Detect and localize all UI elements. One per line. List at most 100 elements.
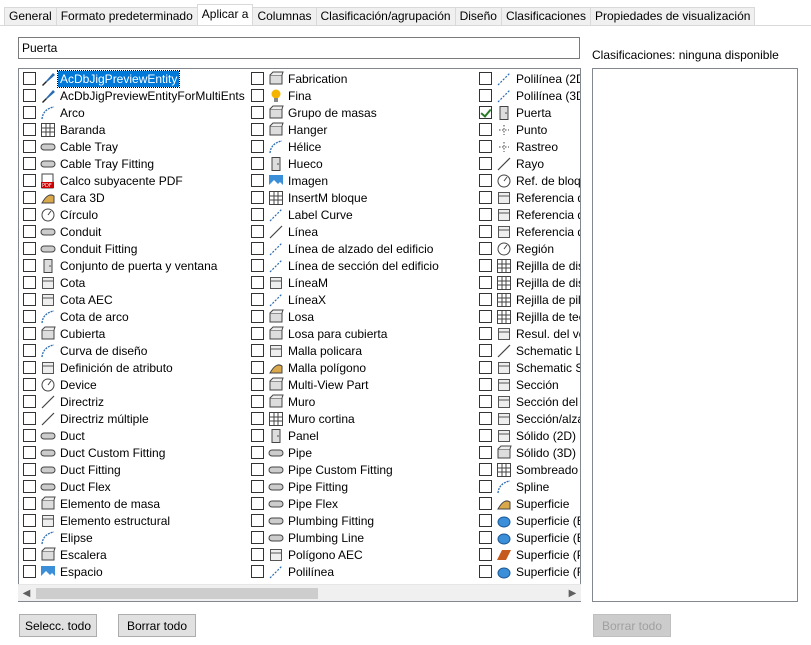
list-item[interactable]: Malla policara (251, 342, 441, 359)
item-checkbox[interactable] (479, 259, 492, 272)
item-checkbox[interactable] (23, 446, 36, 459)
list-item[interactable]: LíneaX (251, 291, 441, 308)
list-item[interactable]: Duct (23, 427, 247, 444)
list-item[interactable]: Hanger (251, 121, 441, 138)
list-item[interactable]: Cable Tray (23, 138, 247, 155)
list-item[interactable]: Cara 3D (23, 189, 247, 206)
list-item[interactable]: Referencia d (479, 189, 580, 206)
item-checkbox[interactable] (23, 378, 36, 391)
tab-propiedades-de-visualización[interactable]: Propiedades de visualización (589, 7, 756, 25)
select-all-button[interactable]: Selecc. todo (19, 614, 97, 637)
list-item[interactable]: Espacio (23, 563, 247, 580)
list-item[interactable]: Conduit Fitting (23, 240, 247, 257)
item-checkbox[interactable] (251, 463, 264, 476)
list-item[interactable]: Spline (479, 478, 580, 495)
list-item[interactable]: Sección (479, 376, 580, 393)
list-item[interactable]: Plumbing Line (251, 529, 441, 546)
item-checkbox[interactable] (23, 480, 36, 493)
list-item[interactable]: Cubierta (23, 325, 247, 342)
item-checkbox[interactable] (251, 174, 264, 187)
list-item[interactable]: Hélice (251, 138, 441, 155)
list-item[interactable]: Duct Flex (23, 478, 247, 495)
list-item[interactable]: Superficie (P (479, 546, 580, 563)
list-item[interactable]: Rejilla de pila (479, 291, 580, 308)
item-checkbox[interactable] (23, 344, 36, 357)
list-item[interactable]: Círculo (23, 206, 247, 223)
scroll-left-icon[interactable]: ◀ (18, 585, 35, 602)
item-checkbox[interactable] (479, 157, 492, 170)
list-item[interactable]: Imagen (251, 172, 441, 189)
list-item[interactable]: Referencia d (479, 223, 580, 240)
list-item[interactable]: Multi-View Part (251, 376, 441, 393)
clear-all-button[interactable]: Borrar todo (118, 614, 196, 637)
list-item[interactable]: Superficie (479, 495, 580, 512)
item-checkbox[interactable] (23, 106, 36, 119)
item-checkbox[interactable] (23, 395, 36, 408)
list-item[interactable]: AcDbJigPreviewEntityForMultiEnts (23, 87, 247, 104)
item-checkbox[interactable] (479, 429, 492, 442)
list-item[interactable]: Pipe Flex (251, 495, 441, 512)
list-item[interactable]: Malla polígono (251, 359, 441, 376)
tab-formato-predeterminado[interactable]: Formato predeterminado (55, 7, 198, 25)
list-item[interactable]: Superficie (E (479, 529, 580, 546)
item-checkbox[interactable] (479, 276, 492, 289)
item-checkbox[interactable] (479, 327, 492, 340)
list-item[interactable]: Muro (251, 393, 441, 410)
item-checkbox[interactable] (23, 174, 36, 187)
item-checkbox[interactable] (251, 378, 264, 391)
item-checkbox[interactable] (251, 310, 264, 323)
item-checkbox[interactable] (251, 293, 264, 306)
list-item[interactable]: Directriz múltiple (23, 410, 247, 427)
item-checkbox[interactable] (251, 106, 264, 119)
item-checkbox[interactable] (479, 344, 492, 357)
list-item[interactable]: Resul. del vo (479, 325, 580, 342)
item-checkbox[interactable] (251, 514, 264, 527)
item-checkbox[interactable] (479, 531, 492, 544)
item-checkbox[interactable] (479, 548, 492, 561)
list-item[interactable]: Referencia d (479, 206, 580, 223)
item-checkbox[interactable] (251, 344, 264, 357)
item-checkbox[interactable] (251, 157, 264, 170)
list-item[interactable]: Polilínea (3D (479, 87, 580, 104)
item-checkbox[interactable] (251, 225, 264, 238)
item-checkbox[interactable] (251, 72, 264, 85)
list-item[interactable]: Elemento de masa (23, 495, 247, 512)
tab-aplicar-a[interactable]: Aplicar a (196, 4, 254, 25)
item-checkbox[interactable] (479, 123, 492, 136)
item-checkbox[interactable] (479, 395, 492, 408)
scroll-right-icon[interactable]: ▶ (564, 585, 581, 602)
list-item[interactable]: Cota AEC (23, 291, 247, 308)
item-checkbox[interactable] (23, 225, 36, 238)
list-item[interactable]: Hueco (251, 155, 441, 172)
item-checkbox[interactable] (479, 293, 492, 306)
item-checkbox[interactable] (23, 242, 36, 255)
list-item[interactable]: Sección del e (479, 393, 580, 410)
list-item[interactable]: Conduit (23, 223, 247, 240)
list-item[interactable]: PDF Calco subyacente PDF (23, 172, 247, 189)
list-item[interactable]: Rejilla de dis (479, 257, 580, 274)
item-checkbox[interactable] (23, 565, 36, 578)
list-item[interactable]: Curva de diseño (23, 342, 247, 359)
list-item[interactable]: Device (23, 376, 247, 393)
item-checkbox[interactable] (251, 208, 264, 221)
list-item[interactable]: Rastreo (479, 138, 580, 155)
list-item[interactable]: LíneaM (251, 274, 441, 291)
list-item[interactable]: Schematic Sy (479, 359, 580, 376)
list-item[interactable]: Puerta (479, 104, 580, 121)
list-item[interactable]: InsertM bloque (251, 189, 441, 206)
list-item[interactable]: Duct Fitting (23, 461, 247, 478)
item-checkbox[interactable] (23, 548, 36, 561)
list-item[interactable]: Superficie (B (479, 512, 580, 529)
item-checkbox[interactable] (479, 225, 492, 238)
item-checkbox[interactable] (23, 463, 36, 476)
item-checkbox[interactable] (251, 480, 264, 493)
item-checkbox[interactable] (251, 242, 264, 255)
item-checkbox[interactable] (479, 72, 492, 85)
item-checkbox[interactable] (479, 412, 492, 425)
list-item[interactable]: Elemento estructural (23, 512, 247, 529)
list-item[interactable]: Fina (251, 87, 441, 104)
list-item[interactable]: Duct Custom Fitting (23, 444, 247, 461)
item-checkbox[interactable] (23, 531, 36, 544)
list-item[interactable]: Losa para cubierta (251, 325, 441, 342)
list-item[interactable]: Elipse (23, 529, 247, 546)
